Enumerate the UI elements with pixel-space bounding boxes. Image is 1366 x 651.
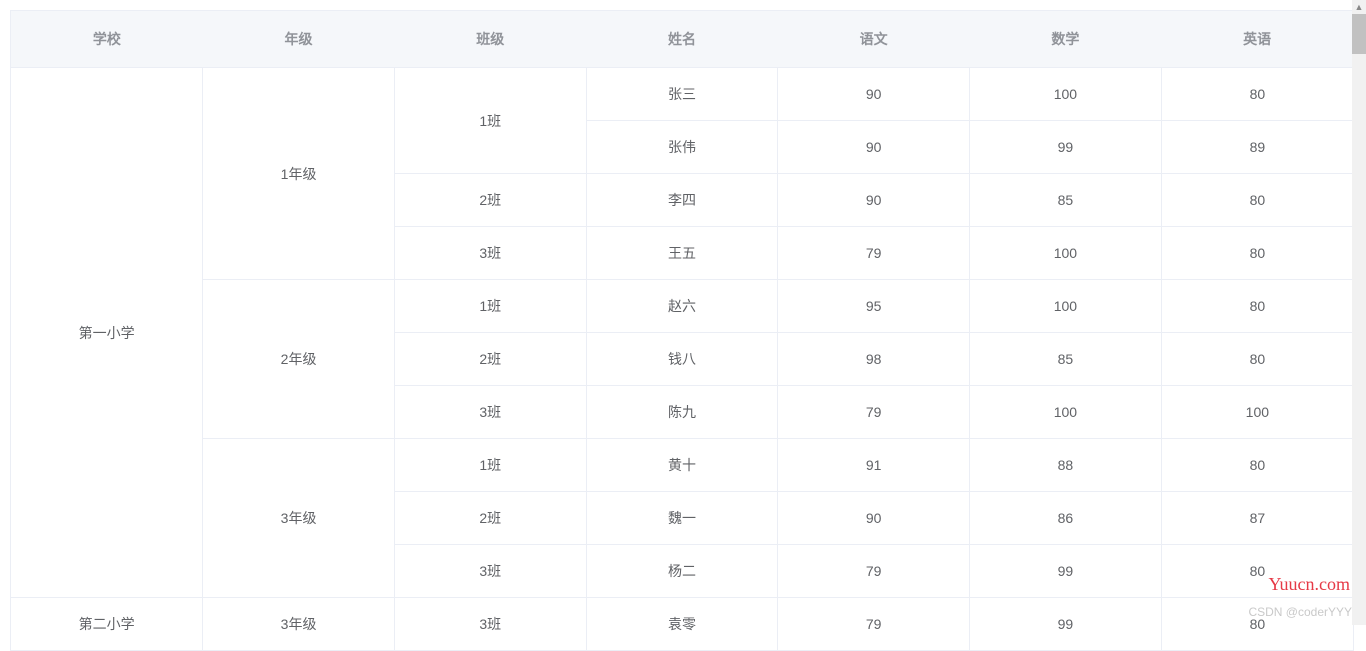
- cell-math: 100: [970, 68, 1162, 121]
- column-header-1: 年级: [203, 11, 395, 68]
- cell-name: 李四: [586, 174, 778, 227]
- column-header-0: 学校: [11, 11, 203, 68]
- cell-english: 80: [1161, 280, 1353, 333]
- scrollbar-thumb[interactable]: [1352, 14, 1366, 54]
- column-header-4: 语文: [778, 11, 970, 68]
- cell-math: 86: [970, 492, 1162, 545]
- column-header-2: 班级: [394, 11, 586, 68]
- scrollbar[interactable]: ▲: [1352, 0, 1366, 625]
- cell-grade: 3年级: [203, 598, 395, 651]
- cell-grade: 3年级: [203, 439, 395, 598]
- cell-name: 陈九: [586, 386, 778, 439]
- cell-school: 第二小学: [11, 598, 203, 651]
- cell-name: 钱八: [586, 333, 778, 386]
- cell-math: 85: [970, 333, 1162, 386]
- cell-class: 3班: [394, 227, 586, 280]
- cell-class: 3班: [394, 386, 586, 439]
- cell-math: 100: [970, 280, 1162, 333]
- column-header-5: 数学: [970, 11, 1162, 68]
- cell-chinese: 90: [778, 68, 970, 121]
- cell-math: 99: [970, 545, 1162, 598]
- cell-name: 袁零: [586, 598, 778, 651]
- cell-english: 80: [1161, 68, 1353, 121]
- cell-math: 88: [970, 439, 1162, 492]
- column-header-3: 姓名: [586, 11, 778, 68]
- table-header: 学校年级班级姓名语文数学英语: [11, 11, 1353, 68]
- table-row: 2年级1班赵六9510080: [11, 280, 1353, 333]
- cell-english: 80: [1161, 227, 1353, 280]
- data-table-container: 学校年级班级姓名语文数学英语 第一小学1年级1班张三9010080张伟90998…: [10, 10, 1354, 651]
- cell-name: 赵六: [586, 280, 778, 333]
- cell-math: 99: [970, 121, 1162, 174]
- cell-english: 89: [1161, 121, 1353, 174]
- cell-grade: 2年级: [203, 280, 395, 439]
- cell-name: 张伟: [586, 121, 778, 174]
- cell-class: 2班: [394, 333, 586, 386]
- cell-chinese: 90: [778, 174, 970, 227]
- cell-class: 3班: [394, 545, 586, 598]
- table-row: 第二小学3年级3班袁零799980: [11, 598, 1353, 651]
- cell-name: 杨二: [586, 545, 778, 598]
- header-row: 学校年级班级姓名语文数学英语: [11, 11, 1353, 68]
- cell-name: 魏一: [586, 492, 778, 545]
- cell-class: 2班: [394, 492, 586, 545]
- cell-chinese: 91: [778, 439, 970, 492]
- table-body: 第一小学1年级1班张三9010080张伟9099892班李四9085803班王五…: [11, 68, 1353, 651]
- cell-name: 张三: [586, 68, 778, 121]
- cell-math: 85: [970, 174, 1162, 227]
- scrollbar-up-arrow[interactable]: ▲: [1352, 0, 1366, 14]
- cell-math: 99: [970, 598, 1162, 651]
- column-header-6: 英语: [1161, 11, 1353, 68]
- cell-math: 100: [970, 386, 1162, 439]
- cell-english: 80: [1161, 333, 1353, 386]
- cell-english: 80: [1161, 598, 1353, 651]
- cell-chinese: 79: [778, 598, 970, 651]
- cell-class: 2班: [394, 174, 586, 227]
- cell-class: 1班: [394, 439, 586, 492]
- cell-chinese: 98: [778, 333, 970, 386]
- cell-english: 80: [1161, 174, 1353, 227]
- cell-english: 87: [1161, 492, 1353, 545]
- cell-chinese: 79: [778, 227, 970, 280]
- cell-english: 100: [1161, 386, 1353, 439]
- cell-school: 第一小学: [11, 68, 203, 598]
- cell-name: 黄十: [586, 439, 778, 492]
- cell-chinese: 79: [778, 545, 970, 598]
- cell-chinese: 95: [778, 280, 970, 333]
- cell-chinese: 90: [778, 492, 970, 545]
- cell-english: 80: [1161, 545, 1353, 598]
- cell-name: 王五: [586, 227, 778, 280]
- cell-chinese: 90: [778, 121, 970, 174]
- table-row: 第一小学1年级1班张三9010080: [11, 68, 1353, 121]
- cell-math: 100: [970, 227, 1162, 280]
- table-row: 3年级1班黄十918880: [11, 439, 1353, 492]
- student-scores-table: 学校年级班级姓名语文数学英语 第一小学1年级1班张三9010080张伟90998…: [11, 11, 1353, 650]
- cell-class: 1班: [394, 280, 586, 333]
- cell-class: 1班: [394, 68, 586, 174]
- cell-class: 3班: [394, 598, 586, 651]
- cell-english: 80: [1161, 439, 1353, 492]
- cell-grade: 1年级: [203, 68, 395, 280]
- cell-chinese: 79: [778, 386, 970, 439]
